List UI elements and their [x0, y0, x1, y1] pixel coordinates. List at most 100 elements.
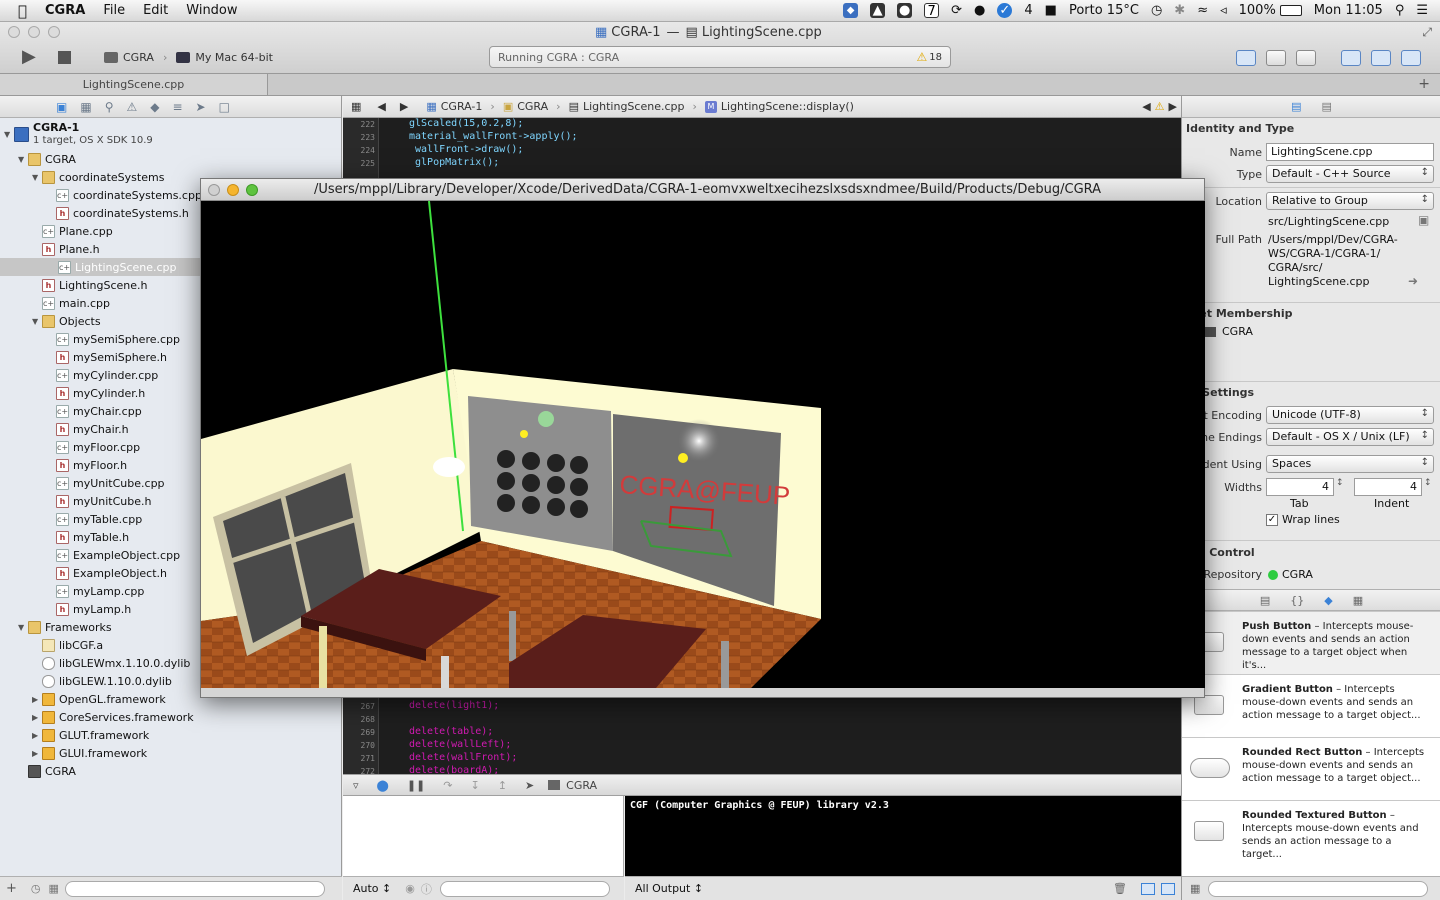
bluetooth-icon[interactable]: ✱ [1174, 3, 1185, 18]
file-template-library-icon[interactable]: ▤ [1260, 594, 1270, 607]
file-item[interactable]: c+ coordinateSystems.cpp [46, 186, 202, 204]
back-button[interactable]: ◀ [377, 100, 385, 113]
symbol-navigator-icon[interactable]: ▦ [80, 100, 91, 114]
activity-status[interactable]: Running CGRA : CGRA ⚠ 18 [489, 46, 951, 68]
file-item[interactable]: libCGF.a [32, 636, 103, 654]
show-variables-button[interactable] [1141, 882, 1155, 895]
disclosure-closed-icon[interactable]: ▶ [32, 695, 42, 704]
location-popup[interactable]: Relative to Group [1266, 192, 1434, 210]
issue-navigator-icon[interactable]: ⚠ [126, 100, 137, 114]
app-menu[interactable]: CGRA [45, 3, 85, 18]
recent-files-icon[interactable]: ◷ [31, 882, 41, 895]
code-line[interactable]: delete(wallFront); [409, 752, 517, 763]
calendar-icon[interactable]: 7 [924, 3, 940, 19]
tab-width-stepper[interactable]: ↕ [1336, 478, 1344, 488]
variables-scope-popup[interactable]: Auto ↕ [353, 882, 391, 895]
battery-icon[interactable] [1279, 5, 1302, 16]
assistant-editor-button[interactable] [1266, 50, 1286, 66]
file-item[interactable]: h ExampleObject.h [46, 564, 167, 582]
file-item[interactable]: h LightingScene.h [32, 276, 147, 294]
crumb-project[interactable]: CGRA-1 [441, 100, 483, 113]
tab-width-field[interactable]: 4 [1266, 478, 1334, 496]
reveal-in-finder-icon[interactable]: ➜ [1408, 274, 1418, 288]
project-root[interactable]: ▼ CGRA-1 1 target, OS X SDK 10.9 [4, 120, 153, 148]
code-line[interactable]: wallFront->draw(); [409, 144, 523, 155]
file-item[interactable]: h myFloor.h [46, 456, 127, 474]
fullscreen-icon[interactable]: ⤢ [1422, 25, 1432, 40]
minimize-window-button[interactable] [28, 26, 40, 38]
crumb-method[interactable]: LightingScene::display() [721, 100, 854, 113]
file-item[interactable]: c+ ExampleObject.cpp [46, 546, 180, 564]
variables-filter-field[interactable] [439, 880, 610, 897]
file-item[interactable]: c+ Plane.cpp [32, 222, 113, 240]
group-item[interactable]: ▼ CGRA [18, 150, 76, 168]
version-editor-button[interactable] [1296, 50, 1316, 66]
stop-button[interactable] [58, 51, 71, 64]
grid-view-icon[interactable]: ▦ [1190, 882, 1200, 895]
file-item[interactable]: c+ myFloor.cpp [46, 438, 140, 456]
code-line[interactable]: glPopMatrix(); [409, 157, 499, 168]
target-membership-item[interactable]: CGRA [1204, 325, 1253, 338]
wrap-lines-checkbox[interactable]: ✓ Wrap lines [1266, 513, 1340, 526]
find-navigator-icon[interactable]: ⚲ [105, 100, 114, 114]
console-scope-popup[interactable]: All Output ↕ [635, 882, 703, 895]
hide-debug-area-button[interactable]: ▿ [353, 779, 359, 792]
opengl-window[interactable]: /Users/mppl/Library/Developer/Xcode/Deri… [200, 178, 1205, 698]
close-window-button[interactable] [208, 183, 220, 196]
library-item[interactable]: Rounded Textured Button – Intercepts mou… [1182, 800, 1440, 863]
weather-status[interactable]: Porto 15°C [1069, 3, 1139, 18]
file-item[interactable]: ▶ GLUT.framework [32, 726, 149, 744]
info-icon[interactable]: ⓘ [421, 881, 432, 897]
code-line[interactable]: material_wallFront->apply(); [409, 131, 578, 142]
chat-icon[interactable]: ● [974, 3, 985, 18]
file-item[interactable]: ▶ GLUI.framework [32, 744, 147, 762]
file-item[interactable]: c+ myTable.cpp [46, 510, 142, 528]
disclosure-open-icon[interactable]: ▼ [32, 317, 42, 326]
forward-button[interactable]: ▶ [400, 100, 408, 113]
group-item[interactable]: ▼ coordinateSystems [32, 168, 164, 186]
file-item[interactable]: libGLEWmx.1.10.0.dylib [32, 654, 190, 672]
battery-percent[interactable]: 100% [1239, 3, 1276, 18]
crumb-group[interactable]: CGRA [517, 100, 548, 113]
breakpoint-navigator-icon[interactable]: ➤ [196, 100, 206, 114]
file-item[interactable]: c+ myChair.cpp [46, 402, 142, 420]
disclosure-open-icon[interactable]: ▼ [18, 155, 28, 164]
clock[interactable]: Mon 11:05 [1314, 3, 1383, 18]
code-line[interactable]: delete(wallLeft); [409, 739, 511, 750]
volume-icon[interactable]: ◃ [1220, 3, 1227, 18]
tab-lightingscene[interactable]: LightingScene.cpp [0, 74, 268, 95]
previous-issue-button[interactable]: ◀ [1142, 100, 1150, 113]
quicklook-icon[interactable]: ◉ [405, 882, 415, 895]
toggle-navigator-button[interactable] [1341, 50, 1361, 66]
dropbox-icon[interactable]: ◆ [843, 3, 859, 18]
edit-menu[interactable]: Edit [143, 3, 168, 18]
disclosure-open-icon[interactable]: ▼ [4, 130, 14, 139]
scm-filter-icon[interactable]: ▦ [49, 882, 59, 895]
warning-icon[interactable]: ⚠ [917, 50, 928, 64]
step-out-button[interactable]: ↥ [498, 779, 507, 792]
file-item[interactable]: h mySemiSphere.h [46, 348, 167, 366]
quick-help-icon[interactable]: ▤ [1322, 100, 1332, 113]
disclosure-open-icon[interactable]: ▼ [18, 623, 28, 632]
disclosure-closed-icon[interactable]: ▶ [32, 731, 42, 740]
console-output[interactable]: CGF (Computer Graphics @ FEUP) library v… [625, 796, 1181, 876]
file-menu[interactable]: File [103, 3, 125, 18]
file-item[interactable]: libGLEW.1.10.0.dylib [32, 672, 172, 690]
standard-editor-button[interactable] [1236, 50, 1256, 66]
debug-navigator-icon[interactable]: ≡ [172, 100, 182, 114]
object-library-icon[interactable]: ◆ [1324, 594, 1332, 607]
breakpoints-toggle-icon[interactable]: ⬤ [377, 779, 389, 792]
type-popup[interactable]: Default - C++ Source [1266, 165, 1434, 183]
opengl-viewport[interactable]: CGRA@FEUP [201, 201, 1205, 688]
indent-width-field[interactable]: 4 [1354, 478, 1422, 496]
spotlight-icon[interactable]: ⚲ [1395, 3, 1405, 18]
scheme-selector[interactable]: CGRA › My Mac 64-bit [104, 51, 273, 64]
disclosure-closed-icon[interactable]: ▶ [32, 713, 42, 722]
group-item[interactable]: ▼ Frameworks [18, 618, 112, 636]
wifi-icon[interactable]: ≈ [1197, 3, 1208, 18]
window-menu[interactable]: Window [186, 3, 237, 18]
library-item[interactable]: Push Button – Intercepts mouse-down even… [1182, 611, 1440, 674]
related-items-icon[interactable]: ▦ [351, 100, 361, 113]
name-field[interactable]: LightingScene.cpp [1266, 143, 1434, 161]
library-filter-field[interactable] [1208, 880, 1429, 897]
